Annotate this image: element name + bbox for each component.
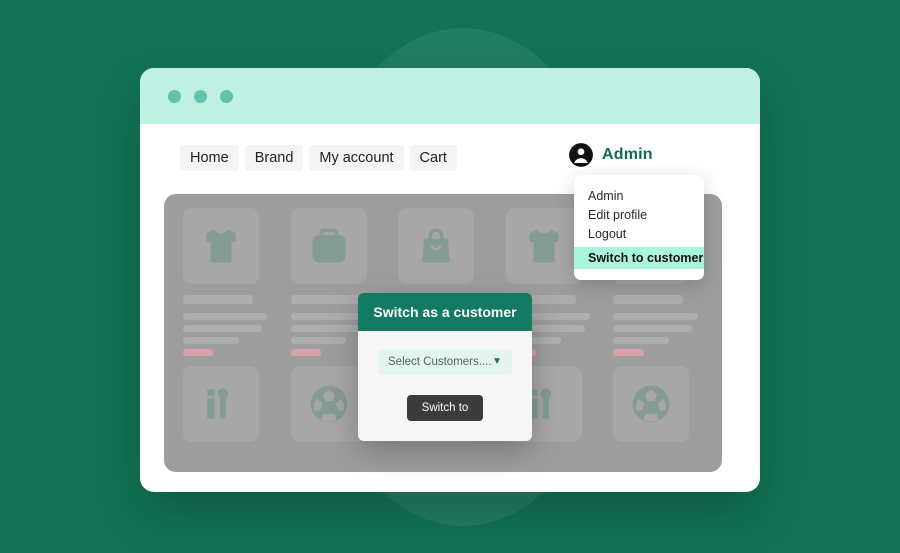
skeleton-title xyxy=(290,295,361,304)
customer-select-dropdown[interactable]: Select Customers.... ▼ xyxy=(378,349,512,375)
menu-item-logout[interactable]: Logout xyxy=(574,224,704,243)
product-thumbnail xyxy=(183,366,259,442)
nav-link-cart[interactable]: Cart xyxy=(409,145,457,171)
chevron-down-icon: ▼ xyxy=(492,356,502,367)
skeleton-price xyxy=(290,349,322,356)
nav-link-brand[interactable]: Brand xyxy=(244,145,304,171)
skeleton-title xyxy=(613,295,684,304)
product-thumbnail xyxy=(290,208,367,284)
soccer-ball-icon xyxy=(633,385,670,423)
menu-item-admin[interactable]: Admin xyxy=(574,186,704,205)
product-thumbnail xyxy=(398,208,475,284)
switch-to-button[interactable]: Switch to xyxy=(406,395,484,421)
skeleton-line xyxy=(613,325,693,332)
product-thumbnail xyxy=(505,208,582,284)
product-card[interactable] xyxy=(174,208,282,366)
product-card[interactable] xyxy=(174,366,282,458)
skeleton-line xyxy=(183,325,262,332)
cosmetics-icon xyxy=(207,388,229,419)
screenshot-stage: Home Brand My account Cart Admin Admin E… xyxy=(0,0,900,553)
skeleton-price xyxy=(613,349,644,356)
titlebar-dot-one[interactable] xyxy=(168,89,181,103)
modal-title: Switch as a customer xyxy=(358,293,532,331)
skeleton-line xyxy=(613,337,669,344)
product-card[interactable] xyxy=(604,366,712,458)
browser-titlebar xyxy=(140,68,760,124)
menu-item-switch-to-customer[interactable]: Switch to customer xyxy=(574,247,704,269)
nav-link-home[interactable]: Home xyxy=(180,145,239,171)
tshirt-icon xyxy=(206,229,236,263)
modal-body: Select Customers.... ▼ Switch to xyxy=(358,331,532,441)
skeleton-title xyxy=(183,295,253,304)
skeleton-line xyxy=(183,337,239,344)
skeleton-price xyxy=(183,349,214,356)
skeleton-line xyxy=(290,337,347,344)
backpack-icon xyxy=(312,228,346,263)
user-dropdown-menu: Admin Edit profile Logout Switch to cust… xyxy=(574,175,704,280)
handbag-icon xyxy=(422,228,450,263)
nav-links: Home Brand My account Cart xyxy=(180,145,457,171)
titlebar-dot-two[interactable] xyxy=(194,89,207,103)
tshirt-icon xyxy=(529,229,559,263)
switch-customer-modal: Switch as a customer Select Customers...… xyxy=(358,293,532,441)
soccer-ball-icon xyxy=(310,385,347,423)
product-thumbnail xyxy=(290,366,367,442)
account-name-label: Admin xyxy=(602,146,653,163)
user-avatar-icon xyxy=(569,143,593,167)
customer-select-value: Select Customers.... xyxy=(388,356,492,368)
product-thumbnail xyxy=(613,366,690,442)
product-thumbnail xyxy=(183,208,259,284)
skeleton-line xyxy=(613,313,698,320)
titlebar-dot-three[interactable] xyxy=(220,89,233,103)
skeleton-line xyxy=(183,313,268,320)
nav-link-my-account[interactable]: My account xyxy=(309,145,404,171)
menu-item-edit-profile[interactable]: Edit profile xyxy=(574,205,704,224)
account-menu-trigger[interactable]: Admin xyxy=(568,142,653,168)
